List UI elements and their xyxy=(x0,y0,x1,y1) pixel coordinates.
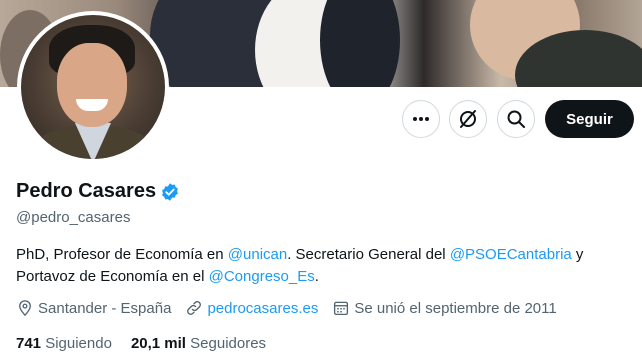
bio-text: PhD, Profesor de Economía en xyxy=(16,246,228,263)
mention-link[interactable]: @unican xyxy=(228,246,287,263)
profile-stats: 741 Siguiendo 20,1 mil Seguidores xyxy=(16,335,285,352)
bio-text: . xyxy=(314,268,319,285)
profile-meta: Santander - España pedrocasares.es Se un… xyxy=(16,299,571,317)
more-button[interactable] xyxy=(402,100,440,138)
website-item[interactable]: pedrocasares.es xyxy=(185,299,318,317)
bio-text: . Secretario General del xyxy=(287,246,450,263)
followers-label: Seguidores xyxy=(190,335,267,352)
avatar-face xyxy=(57,43,127,127)
following-label: Siguiendo xyxy=(45,335,112,352)
mention-link[interactable]: @Congreso_Es xyxy=(209,268,315,285)
followers-count: 20,1 mil xyxy=(130,335,186,352)
subscribe-button[interactable] xyxy=(449,100,487,138)
follow-button[interactable]: Seguir xyxy=(545,100,634,138)
joined-text: Se unió el septiembre de 2011 xyxy=(354,299,557,317)
mention-link[interactable]: @PSOECantabria xyxy=(450,246,572,263)
profile-name-row: Pedro Casares xyxy=(16,180,180,203)
profile-handle: @pedro_casares xyxy=(16,209,131,226)
subscribe-icon xyxy=(460,110,476,128)
website-link[interactable]: pedrocasares.es xyxy=(207,300,318,317)
joined-item: Se unió el septiembre de 2011 xyxy=(332,299,557,317)
following-count: 741 xyxy=(16,335,42,352)
location-icon xyxy=(19,300,31,317)
link-icon xyxy=(187,301,202,315)
profile-bio: PhD, Profesor de Economía en @unican. Se… xyxy=(16,244,638,288)
search-button[interactable] xyxy=(497,100,535,138)
verified-badge-icon[interactable] xyxy=(160,182,180,202)
banner-shape xyxy=(320,0,400,87)
location-text: Santander - España xyxy=(38,299,172,317)
calendar-icon xyxy=(334,301,349,316)
location-item: Santander - España xyxy=(16,299,171,317)
following-stat[interactable]: 741 Siguiendo xyxy=(16,335,112,352)
followers-stat[interactable]: 20,1 mil Seguidores xyxy=(131,335,266,352)
avatar-photo xyxy=(21,15,165,159)
search-icon xyxy=(507,110,525,128)
profile-name: Pedro Casares xyxy=(16,180,157,202)
more-icon xyxy=(413,117,429,121)
avatar[interactable] xyxy=(17,11,169,163)
